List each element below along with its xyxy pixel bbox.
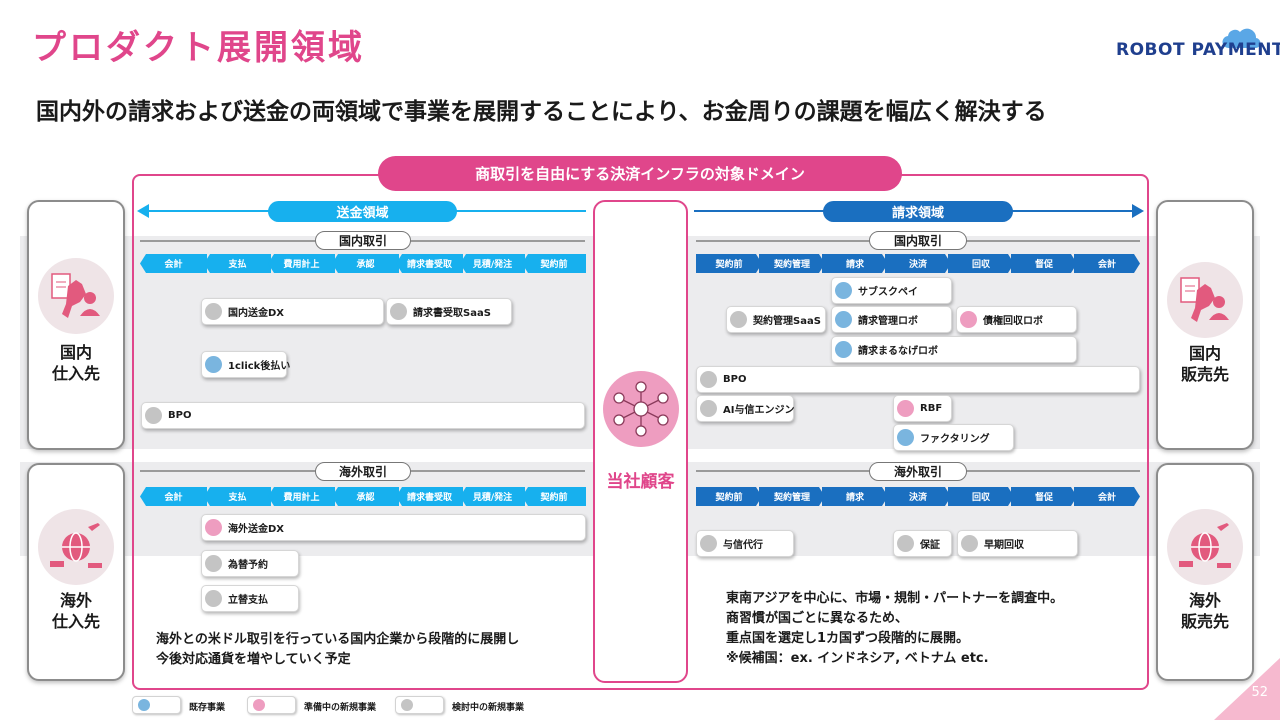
legend-considering-label: 検討中の新規事業 bbox=[452, 703, 525, 713]
service-domestic-remittance-dx: 国内送金DX bbox=[201, 298, 384, 325]
process-step: 請求書受取 bbox=[396, 487, 463, 506]
process-step: 支払 bbox=[204, 254, 271, 273]
globe-transport-icon bbox=[38, 509, 114, 585]
overseas-billing-note: 東南アジアを中心に、市場・規制・パートナーを調査中。 商習慣が国ごとに異なるため… bbox=[726, 591, 1064, 666]
process-step: 請求書受取 bbox=[396, 254, 463, 273]
service-fx-reservation: 為替予約 bbox=[201, 550, 299, 577]
process-step: 回収 bbox=[948, 254, 1014, 273]
service-bpo-right: BPO bbox=[696, 366, 1140, 393]
service-guarantee: 保証 bbox=[893, 530, 952, 557]
overseas-trade-label-left: 海外取引 bbox=[315, 462, 411, 481]
service-invoice-receipt-saas: 請求書受取SaaS bbox=[386, 298, 512, 325]
process-step: 督促 bbox=[1011, 254, 1077, 273]
process-step: 費用計上 bbox=[268, 487, 335, 506]
service-1click-deferred-payment: 1click後払い bbox=[201, 351, 290, 378]
billing-area-label: 請求領域 bbox=[823, 201, 1013, 222]
overseas-supplier-label: 海外 仕入先 bbox=[51, 591, 100, 631]
japan-invoice-person-icon bbox=[38, 258, 114, 334]
service-early-collection: 早期回収 bbox=[957, 530, 1078, 557]
service-credit-agency: 与信代行 bbox=[696, 530, 794, 557]
legend-preparing-swatch bbox=[247, 696, 296, 714]
process-step: 契約管理 bbox=[759, 254, 825, 273]
service-advance-payment: 立替支払 bbox=[201, 585, 299, 612]
network-people-icon bbox=[603, 371, 679, 447]
legend-considering-swatch bbox=[395, 696, 444, 714]
process-step: 会計 bbox=[1074, 487, 1140, 506]
domestic-supplier-label: 国内 仕入先 bbox=[51, 343, 100, 383]
process-step: 請求 bbox=[822, 254, 888, 273]
page-number: 52 bbox=[1251, 685, 1268, 700]
legend-existing-label: 既存事業 bbox=[189, 703, 226, 713]
process-step: 契約前 bbox=[522, 487, 586, 506]
process-step: 承認 bbox=[332, 487, 399, 506]
globe-transport-icon bbox=[1167, 509, 1243, 585]
process-step: 会計 bbox=[1074, 254, 1140, 273]
company-logo: ROBOT PAYMENT bbox=[1116, 40, 1280, 60]
page-title: プロダクト展開領域 bbox=[32, 28, 365, 68]
service-overseas-remittance-dx: 海外送金DX bbox=[201, 514, 586, 541]
process-step: 会計 bbox=[140, 254, 207, 273]
remittance-area-label: 送金領域 bbox=[268, 201, 457, 222]
process-step: 見積/発注 bbox=[460, 254, 525, 273]
overseas-customer-label: 海外 販売先 bbox=[1180, 591, 1229, 631]
service-factoring: ファクタリング bbox=[893, 424, 1014, 451]
page-subtitle: 国内外の請求および送金の両領域で事業を展開することにより、お金周りの課題を幅広く… bbox=[36, 99, 1047, 125]
domestic-trade-label-left: 国内取引 bbox=[315, 231, 411, 250]
service-rbf: RBF bbox=[893, 395, 952, 422]
domain-label: 商取引を自由にする決済インフラの対象ドメイン bbox=[378, 156, 902, 191]
process-step: 請求 bbox=[822, 487, 888, 506]
center-customer-label: 当社顧客 bbox=[606, 472, 675, 492]
process-step: 会計 bbox=[140, 487, 207, 506]
process-step: 承認 bbox=[332, 254, 399, 273]
process-step: 決済 bbox=[885, 254, 951, 273]
process-step: 決済 bbox=[885, 487, 951, 506]
legend-existing-swatch bbox=[132, 696, 181, 714]
service-debt-collection-robo: 債権回収ロボ bbox=[956, 306, 1077, 333]
process-step: 契約管理 bbox=[759, 487, 825, 506]
domestic-trade-label-right: 国内取引 bbox=[869, 231, 967, 250]
process-step: 支払 bbox=[204, 487, 271, 506]
process-step: 契約前 bbox=[696, 487, 762, 506]
service-ai-credit-engine: AI与信エンジン bbox=[696, 395, 794, 422]
service-contract-management-saas: 契約管理SaaS bbox=[726, 306, 826, 333]
process-step: 督促 bbox=[1011, 487, 1077, 506]
process-step: 見積/発注 bbox=[460, 487, 525, 506]
overseas-trade-label-right: 海外取引 bbox=[869, 462, 967, 481]
legend-preparing-label: 準備中の新規事業 bbox=[304, 703, 377, 713]
process-step: 契約前 bbox=[696, 254, 762, 273]
process-step: 契約前 bbox=[522, 254, 586, 273]
service-bpo-left: BPO bbox=[141, 402, 585, 429]
japan-invoice-person-icon bbox=[1167, 262, 1243, 338]
service-seikyu-marunage-robo: 請求まるなげロボ bbox=[831, 336, 1077, 363]
process-step: 回収 bbox=[948, 487, 1014, 506]
process-step: 費用計上 bbox=[268, 254, 335, 273]
domestic-customer-label: 国内 販売先 bbox=[1180, 344, 1229, 384]
service-billing-management-robo: 請求管理ロボ bbox=[831, 306, 952, 333]
service-subscpay: サブスクペイ bbox=[831, 277, 952, 304]
overseas-remittance-note: 海外との米ドル取引を行っている国内企業から段階的に展開し 今後対応通貨を増やして… bbox=[156, 632, 520, 667]
